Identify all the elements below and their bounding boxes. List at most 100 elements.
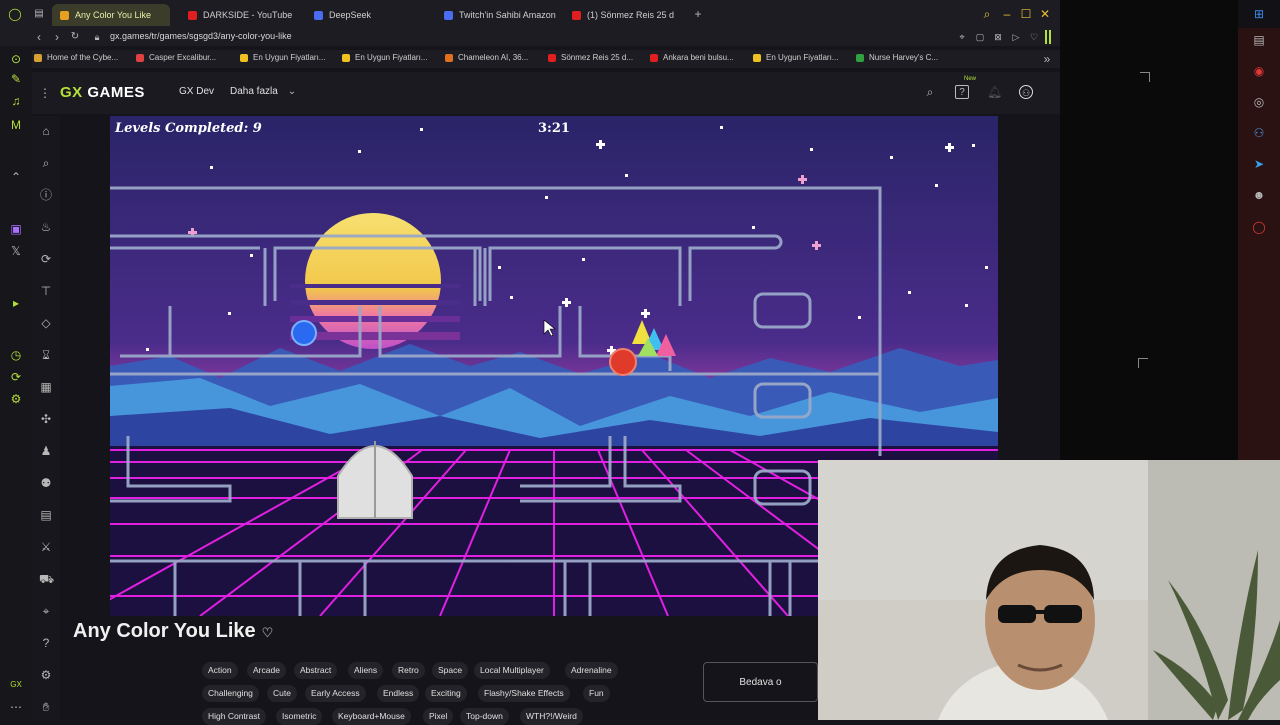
opera-gx-logo-icon[interactable]: ◯ <box>8 7 22 21</box>
panel-icon[interactable]: ▤ <box>1252 33 1266 47</box>
bookmark-item[interactable]: Home of the Cybe... <box>34 53 118 62</box>
bookmark-item[interactable]: En Uygun Fiyatları... <box>342 53 427 62</box>
new-tab-icon[interactable]: + <box>691 7 705 21</box>
bookmark-item[interactable]: Sönmez Reis 25 d... <box>548 53 633 62</box>
reload-icon[interactable]: ↻ <box>68 30 82 44</box>
tag-chip[interactable]: Local Multiplayer <box>474 662 550 679</box>
car-icon[interactable]: ⛟ <box>39 572 54 586</box>
gx-games-logo[interactable]: GX GAMES <box>60 84 145 101</box>
tab-darkside[interactable]: DARKSIDE - YouTube <box>180 4 300 26</box>
steam-icon[interactable]: ⚇ <box>1252 126 1266 140</box>
tag-chip[interactable]: Pixel <box>423 708 454 725</box>
tag-chip[interactable]: Cute <box>267 685 297 702</box>
bookmark-item[interactable]: Ankara beni bulsu... <box>650 53 734 62</box>
tab-menu-icon[interactable]: ▤ <box>32 7 46 21</box>
question-icon[interactable]: ? <box>39 636 53 650</box>
account-icon[interactable]: ⚇ <box>1019 85 1033 99</box>
tag-chip[interactable]: Flashy/Shake Effects <box>478 685 570 702</box>
shirt-icon[interactable]: ⊤ <box>39 284 53 298</box>
settings-icon[interactable]: ⚙ <box>9 392 23 406</box>
tab-sonmez-reis[interactable]: (1) Sönmez Reis 25 d <box>564 4 688 26</box>
tag-chip[interactable]: Endless <box>377 685 420 702</box>
close-icon[interactable]: ✕ <box>1038 7 1052 21</box>
bookmark-item[interactable]: Nurse Harvey's C... <box>856 53 938 62</box>
more-bookmarks-icon[interactable]: » <box>1040 52 1054 66</box>
favorite-heart-icon[interactable]: ♡ <box>262 625 274 640</box>
tag-chip[interactable]: Arcade <box>247 662 286 679</box>
tag-chip[interactable]: Exciting <box>425 685 467 702</box>
speed-dial-icon[interactable]: ⊙ <box>9 52 23 66</box>
bookmark-item[interactable]: Chameleon AI, 36... <box>445 53 528 62</box>
player-icon[interactable]: ▷ <box>1009 30 1023 44</box>
aria-icon[interactable]: ✎ <box>9 72 23 86</box>
sword-icon[interactable]: ⚔ <box>39 540 53 554</box>
tag-chip[interactable]: Early Access <box>305 685 366 702</box>
tag-chip[interactable]: Action <box>202 662 238 679</box>
sidebar-toggle-icon[interactable] <box>1045 30 1051 44</box>
tag-chip[interactable]: Keyboard+Mouse <box>332 708 411 725</box>
tag-chip[interactable]: Top-down <box>460 708 509 725</box>
search-tabs-icon[interactable]: ⌕ <box>980 7 994 21</box>
search-icon[interactable]: ⌕ <box>923 85 937 99</box>
puzzle-icon[interactable]: ✣ <box>39 412 53 426</box>
forward-icon[interactable]: › <box>50 30 64 44</box>
gx-control-icon[interactable]: M <box>9 118 23 132</box>
hourglass-icon[interactable]: ⌛︎ <box>39 348 53 362</box>
tag-chip[interactable]: Challenging <box>202 685 259 702</box>
bookmark-item[interactable]: Casper Excalibur... <box>136 53 216 62</box>
tag-chip[interactable]: Fun <box>583 685 610 702</box>
chess-icon[interactable]: ♟ <box>39 444 53 458</box>
tag-chip[interactable]: WTH?!/Weird <box>520 708 583 725</box>
search-icon[interactable]: ⌕ <box>39 156 53 170</box>
url-field[interactable]: gx.games/tr/games/sgsgd3/any-color-you-l… <box>110 31 292 41</box>
chevron-down-icon[interactable]: ⌄ <box>285 85 299 99</box>
refresh-icon[interactable]: ⟳ <box>39 252 53 266</box>
robot-icon[interactable]: ⚉ <box>39 476 53 490</box>
record-icon[interactable]: ◉ <box>1252 64 1266 78</box>
tag-chip[interactable]: High Contrast <box>202 708 266 725</box>
info-icon[interactable]: ⓘ <box>39 188 53 202</box>
extensions-icon[interactable]: ⟳ <box>9 370 23 384</box>
help-icon[interactable]: ? <box>955 85 969 99</box>
tab-twitch-amazon[interactable]: Twitch'in Sahibi Amazon <box>436 4 560 26</box>
heart-icon[interactable]: ♡ <box>1027 30 1041 44</box>
gx-dev-link[interactable]: GX Dev <box>179 86 214 97</box>
music-icon[interactable]: ♫ <box>9 94 23 108</box>
tag-chip[interactable]: Isometric <box>276 708 323 725</box>
fire-icon[interactable]: ♨ <box>39 220 53 234</box>
minimize-icon[interactable]: – <box>1000 7 1014 21</box>
more-icon[interactable]: ⋯ <box>9 700 23 714</box>
maximize-icon[interactable]: ☐ <box>1019 7 1033 21</box>
windows-icon[interactable]: ⊞ <box>1252 7 1266 21</box>
twitch-icon[interactable]: ▣ <box>9 222 23 236</box>
chrome-icon[interactable]: ◎ <box>1252 95 1266 109</box>
player-icon[interactable]: ▸ <box>9 296 23 310</box>
crosshair-icon[interactable]: ⌖ <box>39 604 53 618</box>
back-icon[interactable]: ‹ <box>32 30 46 44</box>
notification-icon[interactable]: 🔔︎ <box>987 85 1002 99</box>
gx-corner-icon[interactable]: GX <box>9 678 23 692</box>
tag-chip[interactable]: Abstract <box>294 662 338 679</box>
grid-icon[interactable]: ▦ <box>39 380 53 394</box>
x-twitter-icon[interactable]: 𝕏 <box>9 244 23 258</box>
gear-icon[interactable]: ⚙ <box>39 668 53 682</box>
menu-icon[interactable]: ⋮ <box>38 86 52 100</box>
home-icon[interactable]: ⌂ <box>39 124 53 138</box>
arrow-icon[interactable]: ⌃ <box>9 170 23 184</box>
book-icon[interactable]: ▤ <box>39 508 53 522</box>
tab-any-color[interactable]: Any Color You Like <box>52 4 170 26</box>
vpn-icon[interactable]: ⊠ <box>991 30 1005 44</box>
tag-chip[interactable]: Space <box>432 662 469 679</box>
gem-icon[interactable]: ◇ <box>39 316 53 330</box>
tag-chip[interactable]: Adrenaline <box>565 662 618 679</box>
snapshot-icon[interactable]: ▢ <box>973 30 987 44</box>
telegram-icon[interactable]: ➤ <box>1252 157 1266 171</box>
discord-icon[interactable]: ☻ <box>1252 188 1266 202</box>
play-free-button[interactable]: Bedava o <box>703 662 818 702</box>
history-icon[interactable]: ◷ <box>9 348 23 362</box>
tag-chip[interactable]: Aliens <box>348 662 384 679</box>
hand-icon[interactable]: ✋︎ <box>39 700 53 714</box>
bookmark-item[interactable]: En Uygun Fiyatları... <box>240 53 325 62</box>
opera-icon[interactable]: ◯ <box>1252 220 1266 234</box>
more-link[interactable]: Daha fazla <box>230 86 278 97</box>
